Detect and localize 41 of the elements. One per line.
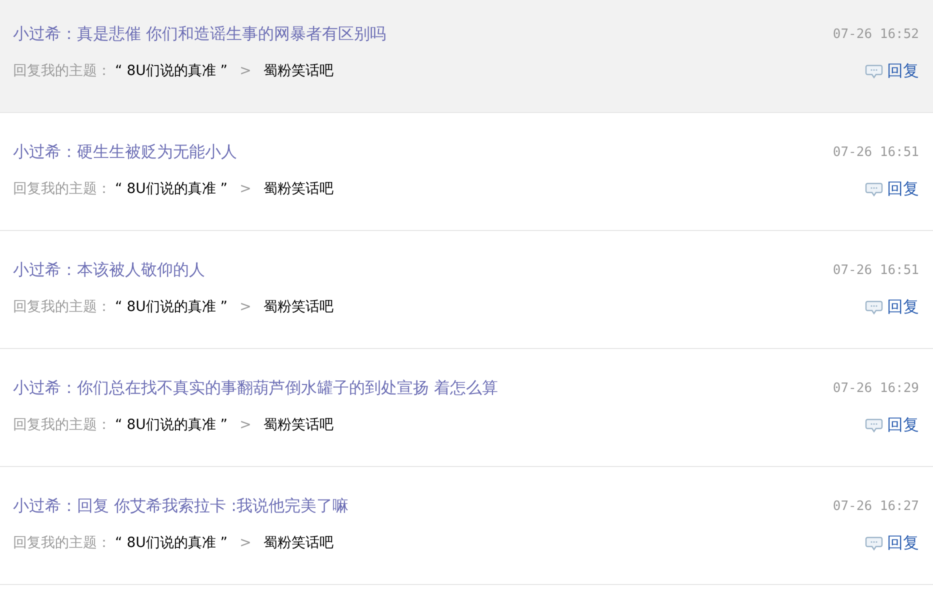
- reply-link[interactable]: 回复: [887, 60, 919, 82]
- forum-link[interactable]: 蜀粉笑话吧: [263, 180, 334, 198]
- topic-link[interactable]: “ 8U们说的真准 ”: [115, 180, 228, 198]
- forum-link[interactable]: 蜀粉笑话吧: [263, 298, 334, 316]
- forum-link[interactable]: 蜀粉笑话吧: [263, 416, 334, 434]
- reply-label: 回复我的主题：: [13, 62, 111, 80]
- topic-link[interactable]: “ 8U们说的真准 ”: [115, 416, 228, 434]
- reply-link[interactable]: 回复: [887, 296, 919, 318]
- reply-label: 回复我的主题：: [13, 416, 111, 434]
- reply-time: 07-26 16:29: [832, 380, 919, 396]
- reply-message[interactable]: 小过希：真是悲催 你们和造谣生事的网暴者有区别吗: [13, 24, 386, 44]
- reply-message[interactable]: 小过希：回复 你艾希我索拉卡 :我说他完美了嘛: [13, 496, 349, 516]
- speech-bubble-icon: [865, 418, 883, 432]
- reply-label: 回复我的主题：: [13, 298, 111, 316]
- reply-link[interactable]: 回复: [887, 414, 919, 436]
- topic-link[interactable]: “ 8U们说的真准 ”: [115, 298, 228, 316]
- reply-item[interactable]: 小过希：真是悲催 你们和造谣生事的网暴者有区别吗 07-26 16:52 回复我的主题： “ 8U们说的真准 ” > 蜀粉笑话吧 回复: [0, 0, 933, 113]
- speech-bubble-icon: [865, 536, 883, 550]
- breadcrumb-separator: >: [240, 181, 252, 197]
- forum-link[interactable]: 蜀粉笑话吧: [263, 62, 334, 80]
- reply-message[interactable]: 小过希：硬生生被贬为无能小人: [13, 142, 237, 162]
- reply-link[interactable]: 回复: [887, 532, 919, 554]
- speech-bubble-icon: [865, 182, 883, 196]
- reply-label: 回复我的主题：: [13, 534, 111, 552]
- topic-link[interactable]: “ 8U们说的真准 ”: [115, 534, 228, 552]
- topic-link[interactable]: “ 8U们说的真准 ”: [115, 62, 228, 80]
- reply-time: 07-26 16:27: [832, 498, 919, 514]
- speech-bubble-icon: [865, 64, 883, 78]
- breadcrumb-separator: >: [240, 299, 252, 315]
- breadcrumb-separator: >: [240, 63, 252, 79]
- reply-message[interactable]: 小过希：本该被人敬仰的人: [13, 260, 205, 280]
- forum-link[interactable]: 蜀粉笑话吧: [263, 534, 334, 552]
- reply-label: 回复我的主题：: [13, 180, 111, 198]
- reply-time: 07-26 16:51: [832, 144, 919, 160]
- reply-link[interactable]: 回复: [887, 178, 919, 200]
- speech-bubble-icon: [865, 300, 883, 314]
- breadcrumb-separator: >: [240, 417, 252, 433]
- reply-time: 07-26 16:52: [832, 26, 919, 42]
- reply-message[interactable]: 小过希：你们总在找不真实的事翻葫芦倒水罐子的到处宣扬 着怎么算: [13, 378, 498, 398]
- breadcrumb-separator: >: [240, 535, 252, 551]
- reply-time: 07-26 16:51: [832, 262, 919, 278]
